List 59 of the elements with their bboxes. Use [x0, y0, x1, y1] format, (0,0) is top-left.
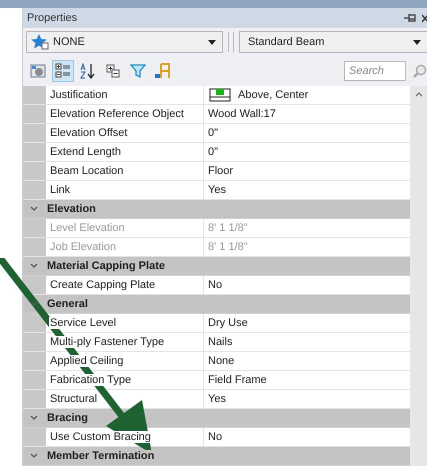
category-row[interactable]: General [23, 295, 410, 314]
value-text: 8' 1 1/8" [207, 222, 249, 234]
property-value[interactable]: Dry Use [204, 314, 410, 332]
category-name: Bracing [47, 412, 88, 424]
property-value[interactable]: Wood Wall:17 [204, 105, 410, 123]
property-name: Service Level [49, 317, 118, 329]
property-name: Level Elevation [49, 222, 126, 234]
property-name: Create Capping Plate [49, 279, 156, 291]
value-text: Field Frame [207, 374, 268, 386]
property-value[interactable]: None [204, 352, 410, 370]
value-text: Floor [207, 165, 234, 177]
property-name: Elevation Offset [49, 127, 128, 139]
category-row[interactable]: Member Termination [23, 447, 410, 466]
value-text: 8' 1 1/8" [207, 241, 249, 253]
category-row[interactable]: Bracing [23, 409, 410, 428]
value-text: Above, Center [237, 89, 310, 101]
category-name: Elevation [47, 203, 96, 215]
search-field[interactable]: Search [344, 61, 406, 81]
category-row[interactable]: Material Capping Plate [23, 257, 410, 276]
property-value[interactable]: Yes [204, 181, 410, 199]
panel-title: Properties [27, 12, 78, 24]
category-name: Member Termination [47, 450, 154, 462]
property-name: Fabrication Type [49, 374, 132, 386]
type-dropdown[interactable]: Standard Beam [239, 31, 427, 53]
property-name: Structural [49, 393, 98, 405]
value-text: No [207, 431, 224, 443]
property-name: Beam Location [49, 165, 124, 177]
value-text: Wood Wall:17 [207, 108, 277, 120]
category-name: General [47, 298, 88, 310]
property-value[interactable]: 0" [204, 143, 410, 161]
value-text: Nails [207, 336, 234, 348]
value-text: No [207, 279, 224, 291]
property-name: Multi-ply Fastener Type [49, 336, 166, 348]
value-text: Yes [207, 393, 227, 405]
property-name: Justification [49, 89, 108, 101]
property-value[interactable]: Nails [204, 333, 410, 351]
property-value[interactable]: No [204, 428, 410, 446]
property-value[interactable]: Floor [204, 162, 410, 180]
value-text: 0" [207, 127, 220, 139]
dropdown-value: NONE [53, 36, 86, 48]
dropdown-value: Standard Beam [248, 36, 326, 48]
value-text: 0" [207, 146, 220, 158]
property-name: Link [49, 184, 72, 196]
style-dropdown[interactable]: NONE [26, 31, 223, 53]
category-row[interactable]: Elevation [23, 200, 410, 219]
property-name: Use Custom Bracing [49, 431, 152, 443]
category-name: Material Capping Plate [47, 260, 165, 272]
property-value[interactable]: Yes [204, 390, 410, 408]
property-name: Job Elevation [49, 241, 118, 253]
property-name: Extend Length [49, 146, 122, 158]
property-value[interactable]: No [204, 276, 410, 294]
property-name: Applied Ceiling [49, 355, 124, 367]
value-text: Dry Use [207, 317, 249, 329]
value-text: Yes [207, 184, 227, 196]
value-text: None [207, 355, 236, 367]
property-name: Elevation Reference Object [49, 108, 185, 120]
property-value[interactable]: Field Frame [204, 371, 410, 389]
property-value[interactable]: 0" [204, 124, 410, 142]
property-value[interactable]: Above, Center [204, 86, 410, 104]
